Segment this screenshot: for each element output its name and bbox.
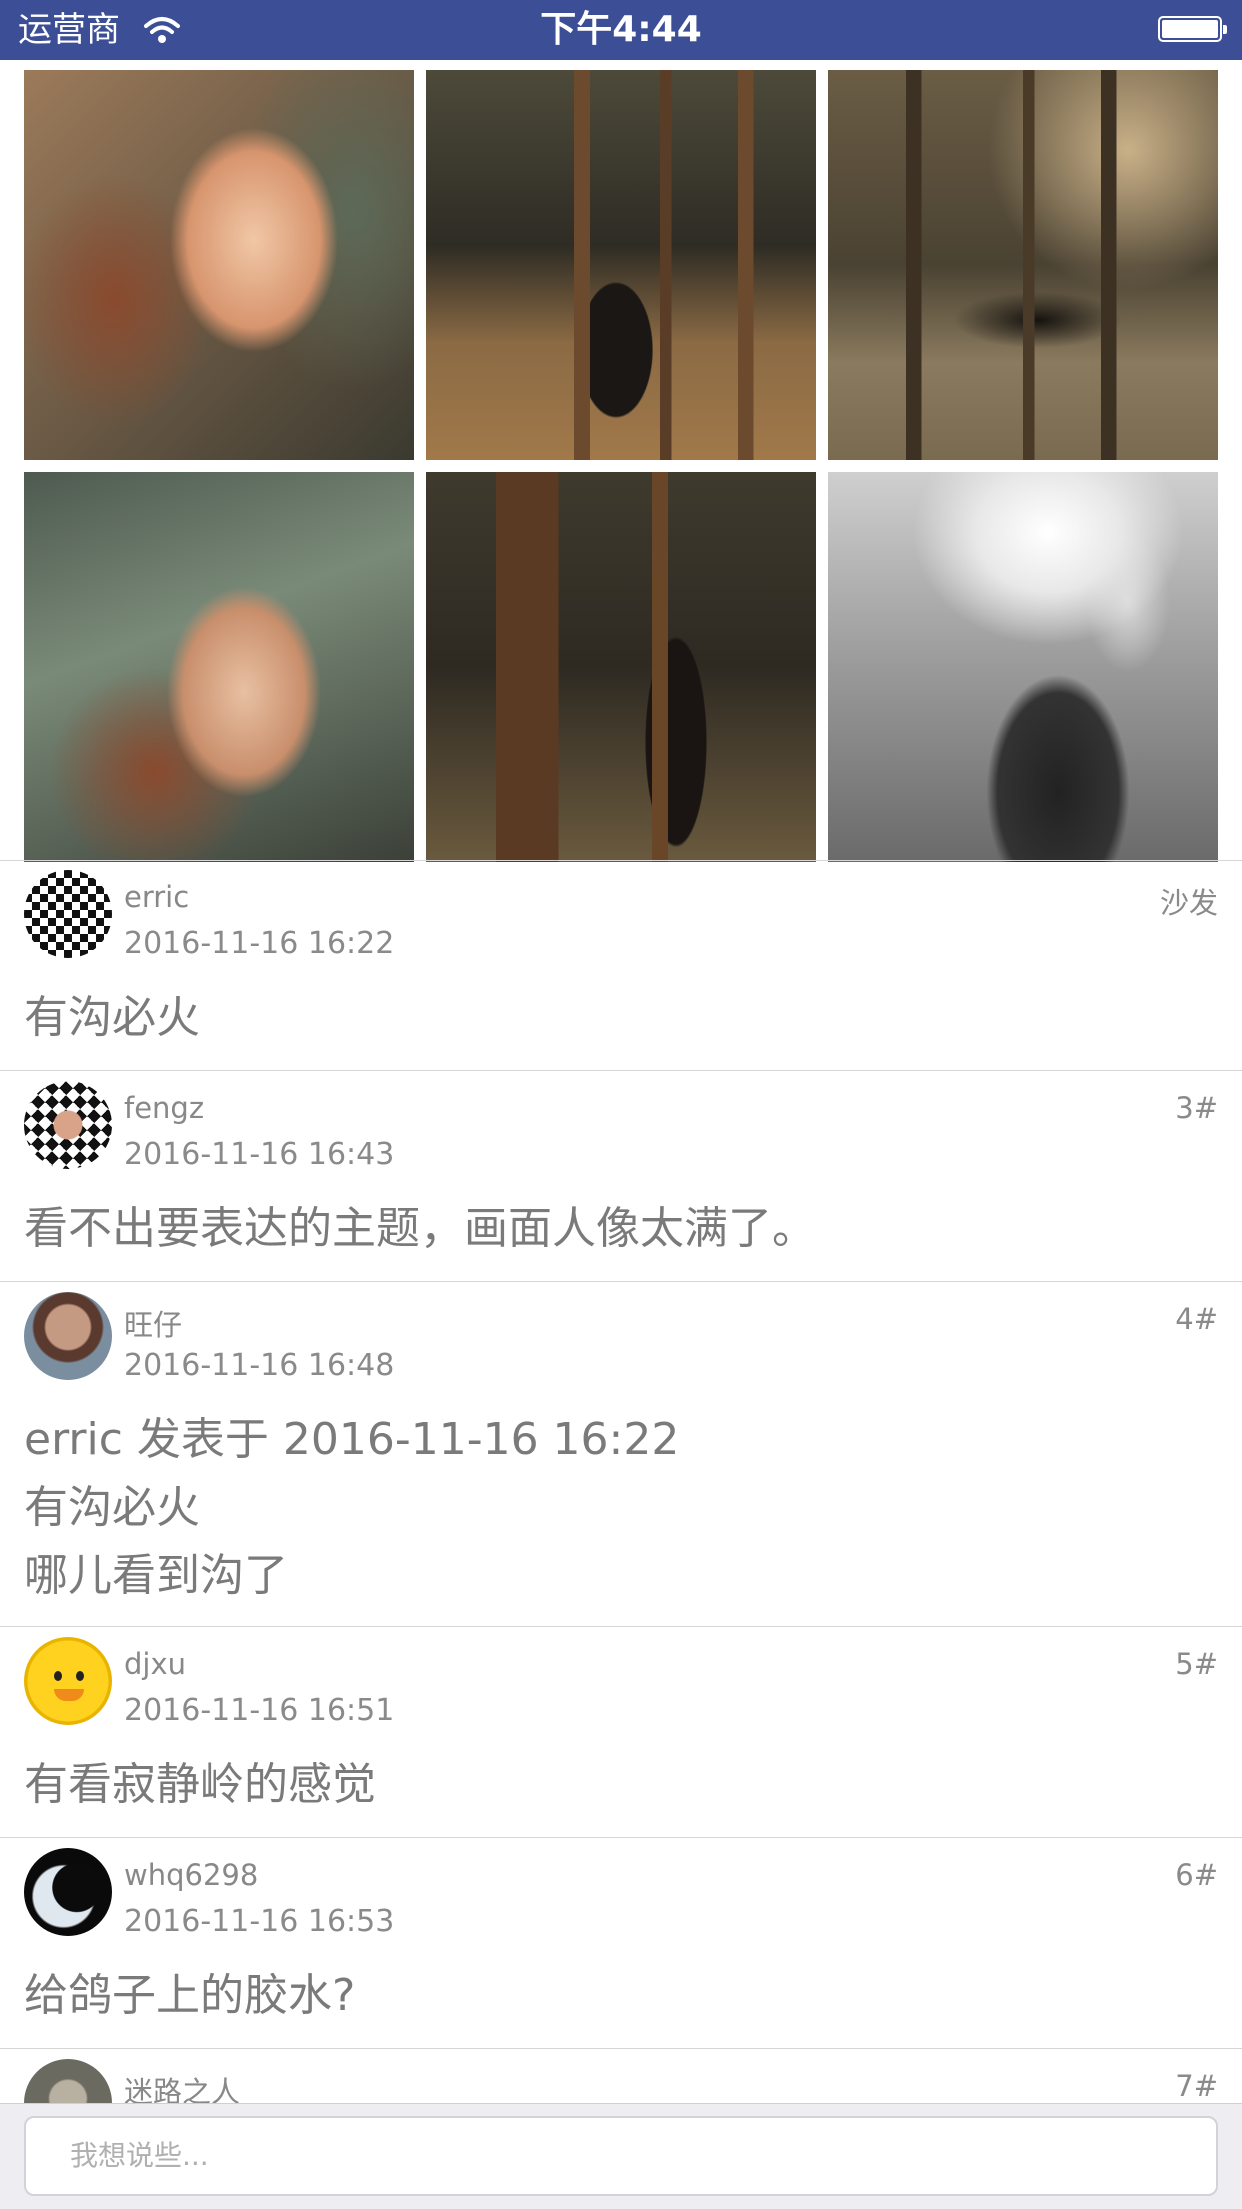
comment-text: 有沟必火 (24, 992, 200, 1043)
comment-username[interactable]: djxu (124, 1647, 186, 1681)
divider (0, 1837, 1242, 1838)
photo-thumbnail-3[interactable] (828, 70, 1218, 460)
avatar[interactable] (24, 1081, 112, 1169)
comment-username[interactable]: 迷路之人 (124, 2069, 240, 2103)
comment-floor: 沙发 (1159, 886, 1218, 920)
comment-time: 2016-11-16 16:51 (124, 1693, 395, 1728)
status-bar: 运营商 下午4:44 (0, 0, 1242, 60)
comment-floor: 3# (1175, 1091, 1218, 1125)
divider (0, 1281, 1242, 1282)
divider (0, 1070, 1242, 1071)
comment-time: 2016-11-16 16:43 (124, 1137, 395, 1172)
battery-icon (1158, 16, 1227, 42)
comment-username[interactable]: 旺仔 (124, 1302, 182, 1344)
comment-text: 哪儿看到沟了 (24, 1550, 288, 1601)
photo-thumbnail-5[interactable] (426, 472, 816, 862)
avatar[interactable] (24, 870, 112, 958)
status-time: 下午4:44 (540, 9, 702, 50)
comment-input[interactable]: 我想说些... (24, 2116, 1218, 2196)
avatar[interactable] (24, 1292, 112, 1380)
comment-text: 给鸽子上的胶水? (24, 1970, 356, 2021)
comment-text: 有看寂静岭的感觉 (24, 1759, 376, 1810)
comment-time: 2016-11-16 16:22 (124, 926, 395, 961)
comment-input-bar: 我想说些... (0, 2103, 1242, 2209)
comment-item[interactable]: 迷路之人 7# (0, 2049, 1242, 2103)
comment-floor: 7# (1175, 2069, 1218, 2103)
comment-quote-text: 有沟必火 (24, 1482, 200, 1533)
comment-floor: 4# (1175, 1302, 1218, 1336)
comment-username[interactable]: erric (124, 880, 189, 914)
avatar[interactable] (24, 1637, 112, 1725)
avatar[interactable] (24, 2059, 112, 2103)
avatar[interactable] (24, 1848, 112, 1936)
comment-quote-header: erric 发表于 2016-11-16 16:22 (24, 1414, 680, 1465)
comment-time: 2016-11-16 16:53 (124, 1904, 395, 1939)
comment-username[interactable]: fengz (124, 1091, 204, 1125)
comment-text: 看不出要表达的主题，画面人像太满了。 (24, 1203, 816, 1254)
photo-thumbnail-4[interactable] (24, 472, 414, 862)
photo-thumbnail-6[interactable] (828, 472, 1218, 862)
photo-thumbnail-1[interactable] (24, 70, 414, 460)
comment-floor: 5# (1175, 1647, 1218, 1681)
divider (0, 1626, 1242, 1627)
comment-username[interactable]: whq6298 (124, 1858, 258, 1892)
comment-time: 2016-11-16 16:48 (124, 1348, 395, 1383)
comment-floor: 6# (1175, 1858, 1218, 1892)
photo-thumbnail-2[interactable] (426, 70, 816, 460)
divider (0, 860, 1242, 861)
